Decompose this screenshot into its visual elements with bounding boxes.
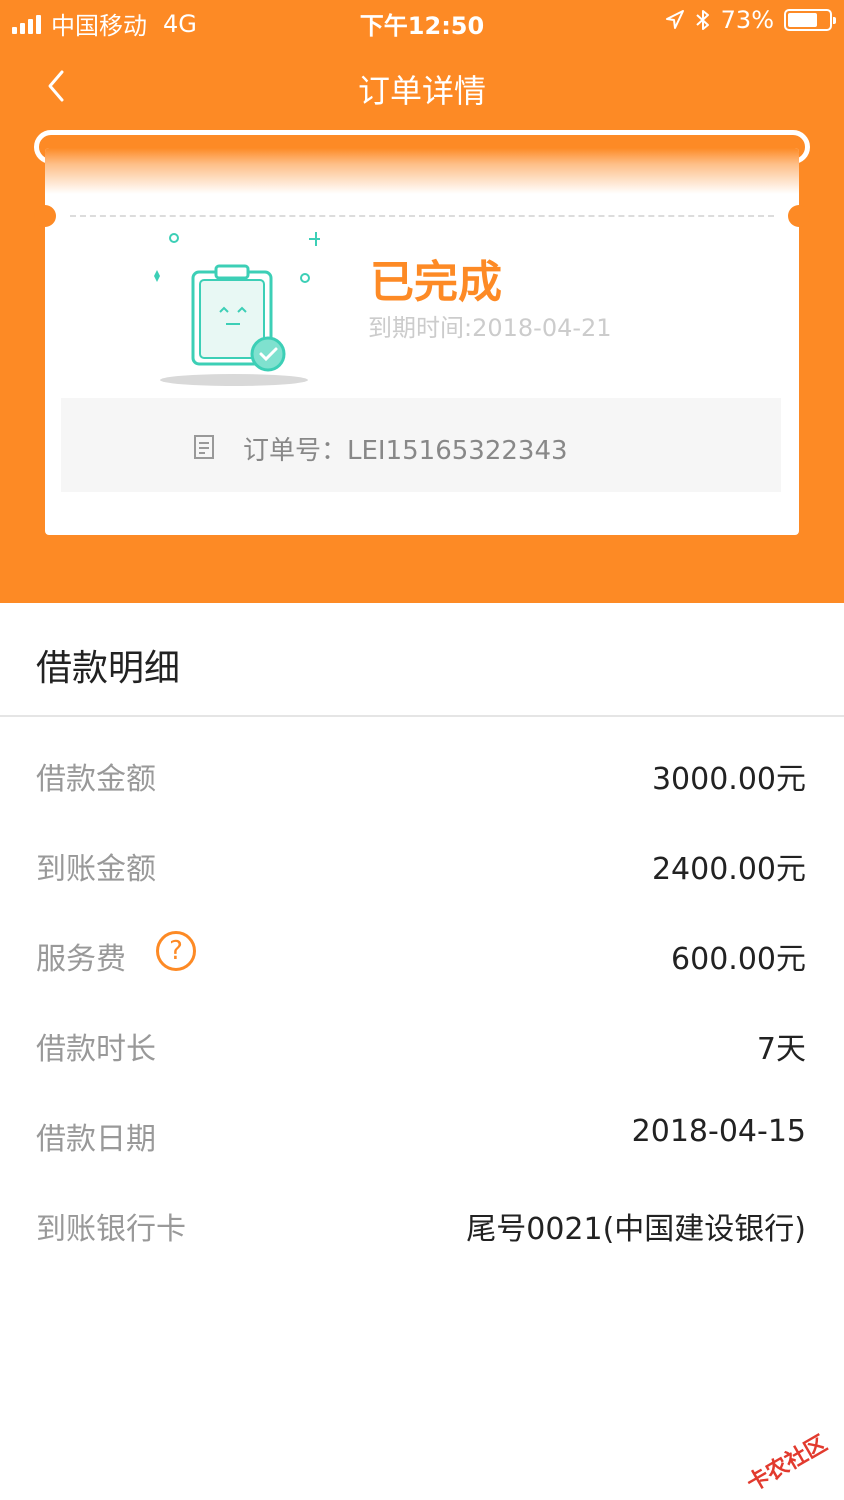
detail-value: 2018-04-15 (631, 1114, 806, 1149)
order-number-box: 订单号：LEI15165322343 (61, 398, 781, 492)
ticket-divider (70, 215, 774, 217)
location-arrow-icon (665, 10, 684, 29)
detail-label: 到账银行卡 (36, 1212, 186, 1247)
nav-bar: 订单详情 (0, 42, 844, 130)
detail-row-loan-amount: 借款金额 3000.00元 (0, 724, 844, 814)
document-icon (194, 435, 214, 459)
battery-icon (784, 9, 836, 31)
order-detail-page: 中国移动 4G 下午12:50 73% 订单详情 已完成 到期时间:2018-0… (0, 0, 844, 1500)
detail-row-bank-card: 到账银行卡 尾号0021(中国建设银行) (0, 1174, 844, 1264)
detail-row-service-fee: 服务费 ? 600.00元 (0, 904, 844, 994)
detail-value: 600.00元 (671, 942, 806, 977)
bluetooth-icon (695, 10, 709, 30)
page-title: 订单详情 (357, 72, 486, 110)
detail-value: 7天 (756, 1032, 806, 1067)
watermark: 卡农社区 (742, 1431, 832, 1497)
battery-level (788, 13, 818, 27)
detail-label: 到账金额 (36, 852, 156, 887)
loan-details-header: 借款明细 (0, 603, 844, 717)
detail-row-received-amount: 到账金额 2400.00元 (0, 814, 844, 904)
detail-label: 借款时长 (36, 1032, 156, 1067)
section-title: 借款明细 (36, 648, 181, 689)
detail-row-loan-date: 借款日期 2018-04-15 (0, 1084, 844, 1174)
order-number: 订单号：LEI15165322343 (243, 436, 568, 466)
ticket-notch-right (788, 205, 810, 227)
status-right: 73% (665, 6, 836, 34)
detail-label: 借款金额 (36, 762, 156, 797)
detail-value: 尾号0021(中国建设银行) (466, 1212, 806, 1247)
detail-label: 服务费 (36, 942, 126, 977)
status-bar: 中国移动 4G 下午12:50 73% (0, 0, 844, 42)
detail-value: 3000.00元 (651, 762, 806, 797)
detail-row-loan-term: 借款时长 7天 (0, 994, 844, 1084)
detail-label: 借款日期 (36, 1122, 156, 1157)
ticket-notch-left (34, 205, 56, 227)
card-top-shade (45, 148, 799, 194)
help-question-icon[interactable]: ? (156, 931, 196, 971)
order-status: 已完成 (370, 257, 502, 308)
detail-value: 2400.00元 (651, 852, 806, 887)
battery-percent: 73% (720, 6, 774, 34)
due-date: 到期时间:2018-04-21 (368, 314, 612, 342)
clipboard-check-icon (154, 232, 320, 386)
